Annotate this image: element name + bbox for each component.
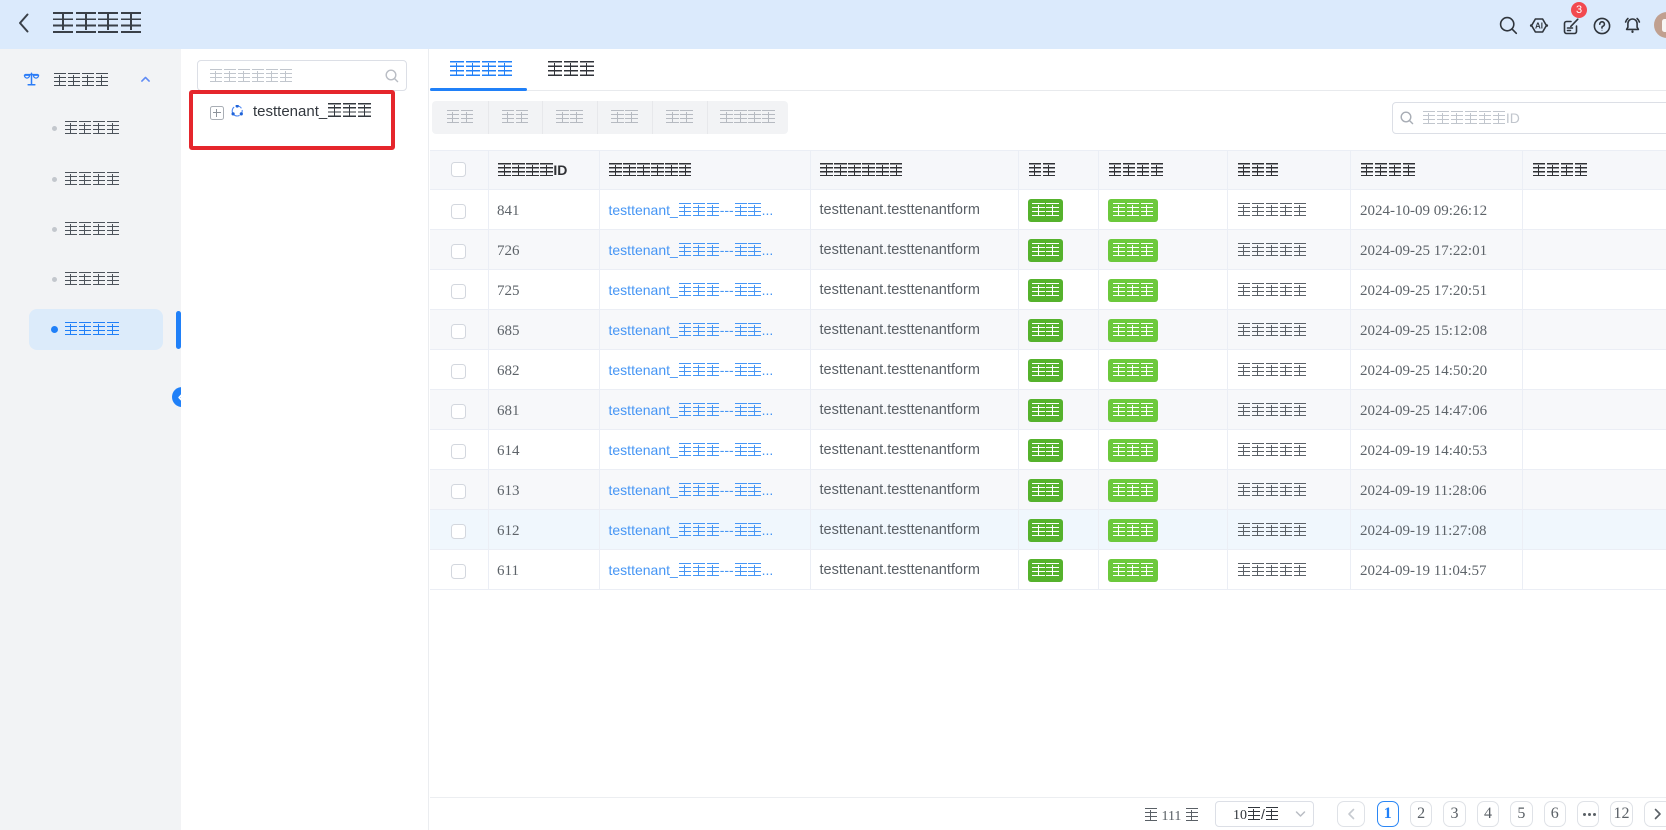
svg-text:AI: AI xyxy=(1535,21,1543,30)
